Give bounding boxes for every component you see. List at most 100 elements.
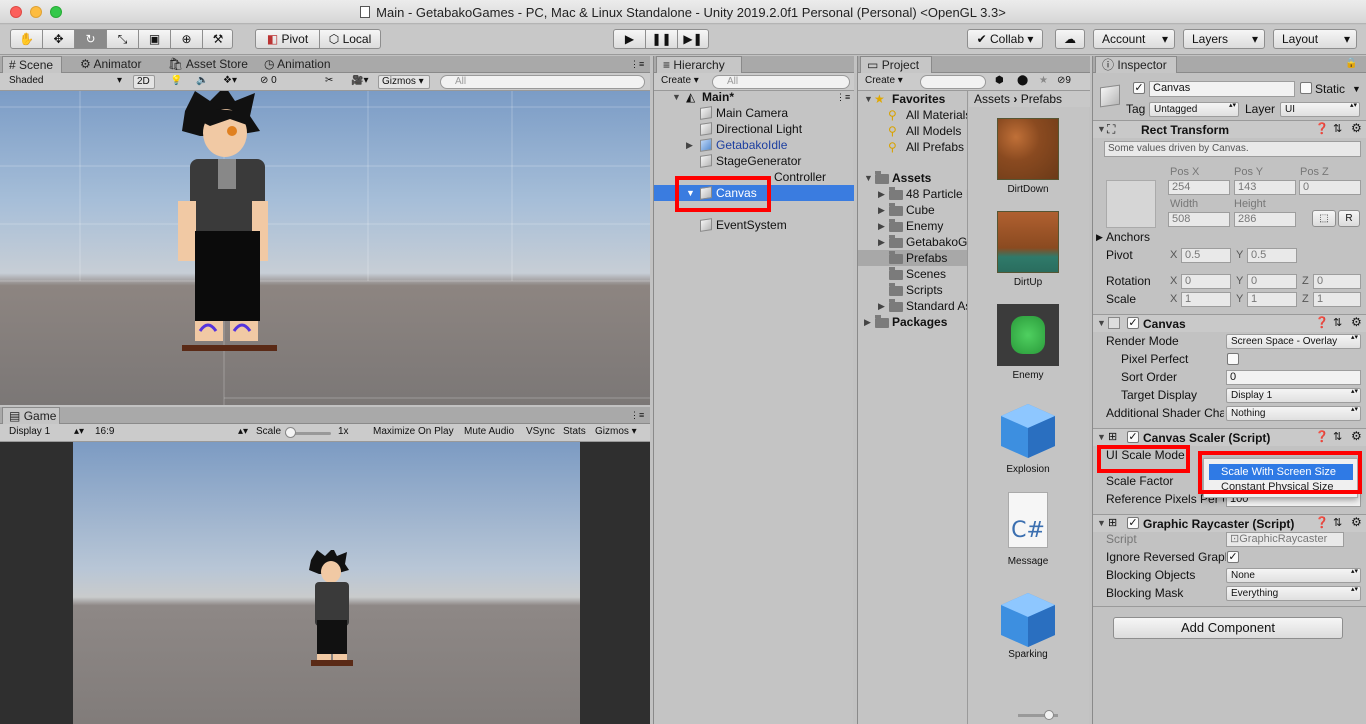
raw-edit-button[interactable]: R (1338, 210, 1360, 227)
gear-icon[interactable]: ⚙ (1351, 315, 1362, 329)
pos-y-field[interactable]: 143 (1234, 180, 1296, 195)
layer-dropdown[interactable]: UI (1280, 102, 1360, 117)
rect-transform-header[interactable]: ▼ ⛶ Rect Transform ❓ ⇅ ⚙ (1093, 120, 1366, 138)
mute-audio-toggle[interactable]: Mute Audio (461, 426, 517, 440)
gizmos-dropdown[interactable]: Gizmos ▾ (378, 75, 430, 89)
expand-triangle-icon[interactable]: ▼ (672, 89, 681, 105)
anchor-presets-icon[interactable] (1106, 180, 1156, 228)
asset-dirtup[interactable]: DirtUp (968, 211, 1088, 291)
expand-triangle-icon[interactable]: ▼ (1097, 432, 1106, 442)
pause-icon[interactable]: ❚❚ (646, 30, 678, 48)
rotate-tool-icon[interactable]: ↻ (75, 30, 107, 48)
project-search-input[interactable] (920, 75, 986, 89)
vsync-toggle[interactable]: VSync (523, 426, 558, 440)
blocking-mask-dropdown[interactable]: Everything (1226, 586, 1361, 601)
local-button[interactable]: ⬡ Local (320, 30, 380, 48)
cloud-button[interactable]: ☁ (1055, 29, 1085, 49)
expand-triangle-icon[interactable]: ▶ (878, 218, 885, 234)
expand-triangle-icon[interactable]: ▶ (686, 137, 693, 153)
custom-tool-icon[interactable]: ⚒ (203, 30, 233, 48)
render-mode-dropdown[interactable]: Screen Space - Overlay (1226, 334, 1361, 349)
folder-enemy[interactable]: ▶ Enemy (858, 218, 967, 234)
help-icon[interactable]: ❓ (1315, 122, 1329, 135)
presets-icon[interactable]: ⇅ (1333, 430, 1342, 443)
presets-icon[interactable]: ⇅ (1333, 316, 1342, 329)
canvas-component-header[interactable]: ▼ ✓ Canvas ❓ ⇅ ⚙ (1093, 314, 1366, 332)
object-name-input[interactable]: Canvas (1149, 81, 1295, 97)
width-field[interactable]: 508 (1168, 212, 1230, 227)
help-icon[interactable]: ❓ (1315, 316, 1329, 329)
transform-tool-icon[interactable]: ⊕ (171, 30, 203, 48)
maximize-on-play-toggle[interactable]: Maximize On Play (370, 426, 457, 440)
scale-y-field[interactable]: 1 (1247, 292, 1297, 307)
game-viewport[interactable] (0, 442, 650, 724)
hierarchy-item-directional-light[interactable]: Directional Light (654, 121, 854, 137)
hierarchy-item-stagegenerator[interactable]: StageGenerator (654, 153, 854, 169)
canvas-scaler-header[interactable]: ▼ ⊞ ✓ Canvas Scaler (Script) ❓ ⇅ ⚙ (1093, 428, 1366, 446)
tab-scene[interactable]: # Scene (2, 56, 62, 73)
height-field[interactable]: 286 (1234, 212, 1296, 227)
2d-toggle[interactable]: 2D (133, 75, 155, 89)
expand-triangle-icon[interactable]: ▼ (1097, 518, 1106, 528)
expand-triangle-icon[interactable]: ▶ (878, 186, 885, 202)
aspect-dropdown[interactable]: 16:9 ▴▾ (92, 426, 250, 440)
play-icon[interactable]: ▶ (614, 30, 646, 48)
hierarchy-search-input[interactable]: All (712, 75, 850, 89)
asset-sparking[interactable]: Sparking (968, 589, 1088, 669)
game-gizmos-dropdown[interactable]: Gizmos ▾ (592, 426, 640, 440)
hidden-count[interactable]: ⊘ 0 (257, 75, 280, 89)
scale-slider-thumb[interactable] (285, 427, 296, 438)
folder-getabakogames[interactable]: ▶ GetabakoGa (858, 234, 967, 250)
expand-triangle-icon[interactable]: ▶ (878, 234, 885, 250)
favorite-star-icon[interactable]: ★ (1036, 75, 1051, 89)
project-create-button[interactable]: Create ▾ (862, 75, 910, 89)
tab-asset-store[interactable]: 🛍 Asset Store (162, 56, 252, 73)
scale-x-field[interactable]: 1 (1181, 292, 1231, 307)
favorite-all-models[interactable]: ⚲ All Models (858, 123, 967, 139)
effects-icon[interactable]: ❖▾ (220, 75, 240, 89)
help-icon[interactable]: ❓ (1315, 516, 1329, 529)
gear-icon[interactable]: ⚙ (1351, 515, 1362, 529)
expand-triangle-icon[interactable]: ▼ (1097, 318, 1106, 328)
target-display-dropdown[interactable]: Display 1 (1226, 388, 1361, 403)
folder-scenes[interactable]: Scenes (858, 266, 967, 282)
display-dropdown[interactable]: Display 1 ▴▾ (6, 426, 86, 440)
hierarchy-create-button[interactable]: Create ▾ (658, 75, 706, 89)
asset-explosion[interactable]: Explosion (968, 400, 1088, 480)
gear-icon[interactable]: ⚙ (1351, 429, 1362, 443)
tab-animator[interactable]: ⚙ Animator (74, 56, 154, 73)
assets-row[interactable]: ▼ Assets (858, 170, 967, 186)
pos-x-field[interactable]: 254 (1168, 180, 1230, 195)
asset-enemy[interactable]: Enemy (968, 304, 1088, 384)
tab-game[interactable]: ▤ Game (2, 407, 60, 424)
expand-triangle-icon[interactable]: ▶ (878, 202, 885, 218)
expand-triangle-icon[interactable]: ▶ (864, 314, 871, 330)
rect-tool-icon[interactable]: ▣ (139, 30, 171, 48)
folder-prefabs[interactable]: Prefabs (858, 250, 967, 266)
expand-triangle-icon[interactable]: ▶ (1096, 229, 1103, 245)
expand-triangle-icon[interactable]: ▼ (864, 170, 873, 186)
audio-icon[interactable]: 🔈 (193, 75, 211, 89)
graphic-raycaster-header[interactable]: ▼ ⊞ ✓ Graphic Raycaster (Script) ❓ ⇅ ⚙ (1093, 514, 1366, 532)
asset-dirtdown[interactable]: DirtDown (968, 118, 1088, 198)
hidden-packages[interactable]: ⊘9 (1054, 75, 1074, 89)
camera-icon[interactable]: 🎥▾ (348, 75, 371, 89)
scale-tool-icon[interactable]: ⤡ (107, 30, 139, 48)
hierarchy-item-main-camera[interactable]: Main Camera (654, 105, 854, 121)
favorite-all-materials[interactable]: ⚲ All Materials (858, 107, 967, 123)
hierarchy-item-getabakoidle[interactable]: ▶ GetabakoIdle (654, 137, 854, 153)
tools-icon[interactable]: ✂ (322, 75, 336, 89)
scene-menu-icon[interactable]: ⋮≡ (836, 89, 850, 105)
breadcrumb-assets[interactable]: Assets (974, 92, 1010, 106)
tab-animation[interactable]: ◷ Animation (258, 56, 348, 73)
expand-triangle-icon[interactable]: ▼ (1097, 124, 1106, 134)
presets-icon[interactable]: ⇅ (1333, 516, 1342, 529)
pivot-button[interactable]: ◧ Pivot (256, 30, 320, 48)
layout-dropdown[interactable]: Layout ▾ (1273, 29, 1357, 49)
folder-standard-assets[interactable]: ▶ Standard As (858, 298, 967, 314)
asset-message[interactable]: C# Message (968, 492, 1088, 572)
active-checkbox[interactable]: ✓ (1133, 82, 1145, 94)
scene-root-row[interactable]: ▼ ◭ Main* ⋮≡ (654, 89, 854, 105)
help-icon[interactable]: ❓ (1315, 430, 1329, 443)
shader-channels-dropdown[interactable]: Nothing (1226, 406, 1361, 421)
